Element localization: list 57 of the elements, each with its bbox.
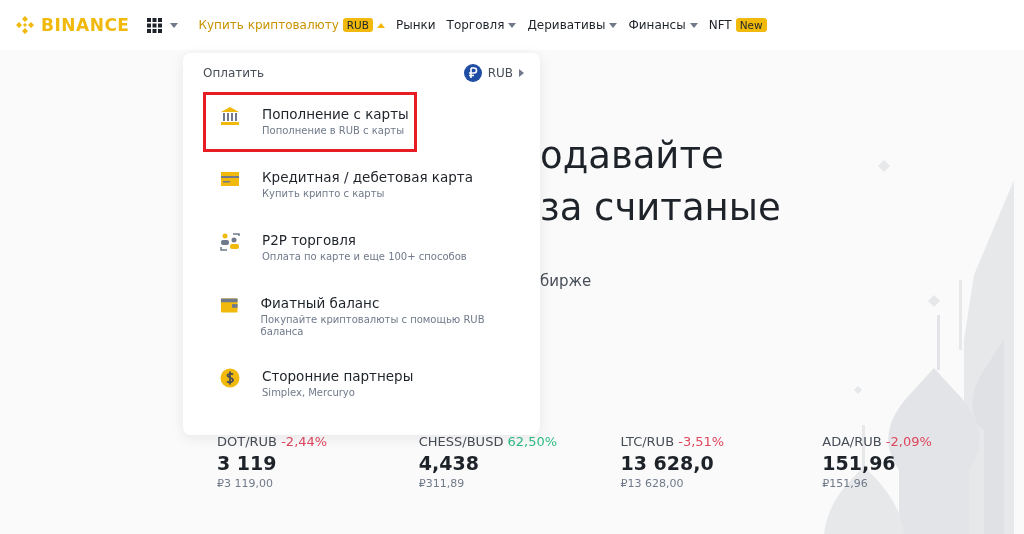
hero-subtitle: бирже (540, 272, 593, 290)
ticker-price: 13 628,0 (620, 452, 715, 474)
logo-icon (15, 15, 35, 35)
item-subtitle: Пополнение в RUB с карты (262, 125, 406, 137)
ticker-pair[interactable]: CHESS/BUSD 62,50% (418, 434, 621, 449)
menu-item[interactable]: P2P торговля Оплата по карте и еще 100+ способов (203, 218, 513, 278)
ticker-pair[interactable]: LTC/RUB -3,51% (620, 434, 823, 449)
menu-header: Оплатить (203, 66, 265, 80)
caret-down-icon (609, 22, 618, 28)
fiat-price: ₽311,89 (418, 477, 466, 490)
nav-menu-item[interactable]: Деривативы (527, 18, 618, 32)
menu-item[interactable]: Фиатный баланс Покупайте криптовалюты с помощью RUB баланса (203, 281, 513, 351)
nav-menu-item[interactable]: Купить криптовалюту RUB (198, 18, 385, 32)
item-subtitle: Купить крипто с карты (262, 188, 386, 200)
caret-down-icon (689, 22, 698, 28)
item-subtitle: Simplex, Mercuryo (262, 387, 356, 399)
item-title: Кредитная / дебетовая карта (262, 169, 473, 185)
currency-selector[interactable]: RUB (463, 64, 524, 82)
fiat-price: ₽3 119,00 (217, 477, 274, 490)
apps-grid-icon[interactable] (147, 17, 163, 33)
hero-heading: одавайте (540, 133, 725, 179)
card-icon (220, 169, 240, 189)
fiat-price: ₽13 628,00 (620, 477, 685, 490)
ticker-price: 4,438 (418, 452, 480, 474)
nav-menu-item[interactable]: Финансы (628, 18, 698, 32)
item-title: Пополнение с карты (262, 106, 409, 122)
item-title: Сторонние партнеры (262, 368, 414, 384)
item-title: P2P торговля (262, 232, 357, 248)
ticker-price: 151,96 (822, 452, 897, 474)
price-change: -3,51% (678, 434, 725, 449)
nav-badge: RUB (342, 18, 373, 32)
ticker-pair[interactable]: ADA/RUB -2,09% (822, 434, 1024, 449)
caret-down-icon (170, 22, 179, 28)
caret-right-icon (519, 69, 524, 77)
fiat-price: ₽151,96 (822, 477, 869, 490)
price-change: -2,44% (281, 434, 328, 449)
caret-down-icon (508, 22, 517, 28)
hero-heading: за считаные (540, 185, 782, 231)
menu-item[interactable]: Сторонние партнеры Simplex, Mercuryo (203, 354, 513, 414)
price-change: 62,50% (507, 434, 558, 449)
ticker-pair[interactable]: DOT/RUB -2,44% (217, 434, 419, 449)
item-title: Фиатный баланс (260, 295, 381, 311)
people-icon (220, 232, 240, 252)
ruble-icon (463, 64, 482, 82)
bank-icon (220, 106, 240, 126)
item-subtitle: Оплата по карте и еще 100+ способов (262, 251, 467, 263)
nav-menu-item[interactable]: Торговля (446, 18, 517, 32)
menu-item[interactable]: Пополнение с карты Пополнение в RUB с карты (203, 92, 417, 152)
nav-menu-item[interactable]: NFT New (708, 18, 767, 32)
menu-item[interactable]: Кредитная / дебетовая карта Купить крипто с карты (203, 155, 513, 215)
dollar-coin-icon (220, 368, 240, 388)
nav-menu-item[interactable]: Рынки (395, 18, 436, 32)
caret-up-icon (376, 22, 385, 28)
item-subtitle: Покупайте криптовалюты с помощью RUB баланса (260, 314, 486, 338)
price-change: -2,09% (885, 434, 932, 449)
nav-badge: New (735, 18, 767, 32)
ticker-price: 3 119 (217, 452, 278, 474)
